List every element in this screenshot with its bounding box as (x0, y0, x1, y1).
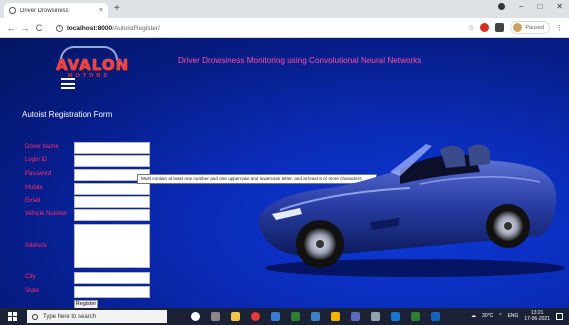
app-icon-dark-blue[interactable] (431, 312, 440, 321)
label-driver-name: Driver Name (25, 144, 59, 150)
page-content: AVALON MOTORS Driver Drowsiness Monitori… (0, 38, 569, 308)
url-path: /AutoistRegister/ (112, 24, 160, 32)
taskbar-search-placeholder: Type here to search (43, 313, 97, 320)
email-input[interactable] (74, 196, 150, 208)
address-textarea[interactable] (74, 224, 150, 268)
system-tray: ☁ 30°C ^ ENG 13:21 17-06-2021 (471, 310, 563, 322)
label-address: Address (25, 243, 48, 249)
url-host: localhost:8000 (67, 24, 113, 32)
close-window-button[interactable]: ✕ (556, 2, 563, 11)
tray-chevron-icon[interactable]: ^ (499, 313, 501, 319)
tab-title: Driver Drowsiness (20, 7, 69, 14)
weather-icon[interactable]: ☁ (471, 313, 476, 319)
register-button[interactable]: Register (74, 300, 98, 308)
label-email: Email (25, 198, 41, 204)
browser-right-tools: ☆ Paused ⋮ (468, 21, 563, 34)
label-vehicle-number: Vehicle Number (25, 211, 68, 217)
state-input[interactable] (74, 286, 150, 298)
browser-tabstrip: Driver Drowsiness × + − □ ✕ (0, 0, 569, 18)
taskbar-clock[interactable]: 13:21 17-06-2021 (524, 310, 550, 322)
taskbar-search-box[interactable]: Type here to search (27, 310, 167, 323)
site-info-icon[interactable]: i (56, 24, 63, 32)
lang-indicator[interactable]: ENG (508, 313, 519, 319)
login-id-input[interactable] (74, 155, 150, 167)
address-bar[interactable]: i localhost:8000 /AutoistRegister/ (56, 21, 486, 35)
browser-menu-icon[interactable]: ⋮ (556, 24, 563, 32)
extension-puzzle-icon[interactable] (495, 23, 505, 32)
profile-status: Paused (525, 24, 544, 31)
hamburger-menu-icon[interactable] (61, 78, 75, 92)
browser-toolbar: ← → C i localhost:8000 /AutoistRegister/… (0, 18, 569, 38)
maximize-button[interactable]: □ (537, 2, 542, 11)
file-explorer-icon[interactable] (231, 312, 240, 321)
label-password: Password (25, 171, 52, 177)
label-mobile: Mobile (25, 185, 43, 191)
window-controls: − □ ✕ (497, 2, 563, 11)
label-login-id: Login ID (25, 157, 48, 163)
label-city: City (25, 274, 36, 280)
new-tab-button[interactable]: + (114, 3, 120, 14)
windows-taskbar: Type here to search ☁ 30°C ^ ENG 13:21 1… (0, 308, 569, 325)
profile-paused-button[interactable]: Paused (510, 21, 550, 34)
tab-favicon-icon (9, 7, 16, 14)
clock-date: 17-06-2021 (524, 316, 550, 322)
python-icon[interactable] (331, 312, 340, 321)
app-icon-gray[interactable] (371, 312, 380, 321)
form-title: Autoist Registration Form (22, 110, 113, 119)
search-icon (32, 313, 38, 320)
reload-button[interactable]: C (32, 23, 46, 33)
app-icon-green[interactable] (291, 312, 300, 321)
page-title: Driver Drowsiness Monitoring using Convo… (178, 56, 422, 65)
mobile-input[interactable] (74, 183, 150, 195)
cortana-icon[interactable] (191, 312, 200, 321)
app-icon-word[interactable] (391, 312, 400, 321)
chrome-icon[interactable] (251, 312, 260, 321)
windows-start-icon[interactable] (8, 312, 17, 321)
notification-icon[interactable] (556, 312, 563, 320)
excel-icon[interactable] (411, 312, 420, 321)
label-state: State (25, 288, 40, 294)
minimize-button[interactable]: − (519, 2, 524, 11)
weather-temp[interactable]: 30°C (482, 313, 493, 319)
vehicle-number-input[interactable] (74, 209, 150, 221)
avatar (513, 23, 523, 32)
extension-opera-icon[interactable] (480, 23, 490, 32)
app-icon-blue[interactable] (271, 312, 280, 321)
forward-button[interactable]: → (18, 23, 32, 33)
browser-tab[interactable]: Driver Drowsiness × (4, 3, 108, 18)
app-icon-indigo[interactable] (351, 312, 360, 321)
taskbar-app-icons (191, 312, 440, 321)
driver-name-input[interactable] (74, 142, 150, 154)
city-input[interactable] (74, 272, 150, 284)
task-view-icon[interactable] (211, 312, 220, 321)
bookmark-star-icon[interactable]: ☆ (468, 24, 474, 32)
tab-close-icon[interactable]: × (99, 7, 103, 14)
back-button[interactable]: ← (4, 23, 18, 33)
logo-text: AVALON (56, 56, 130, 74)
vscode-icon[interactable] (311, 312, 320, 321)
sports-car-image (258, 144, 565, 277)
profile-icon[interactable] (497, 3, 505, 10)
